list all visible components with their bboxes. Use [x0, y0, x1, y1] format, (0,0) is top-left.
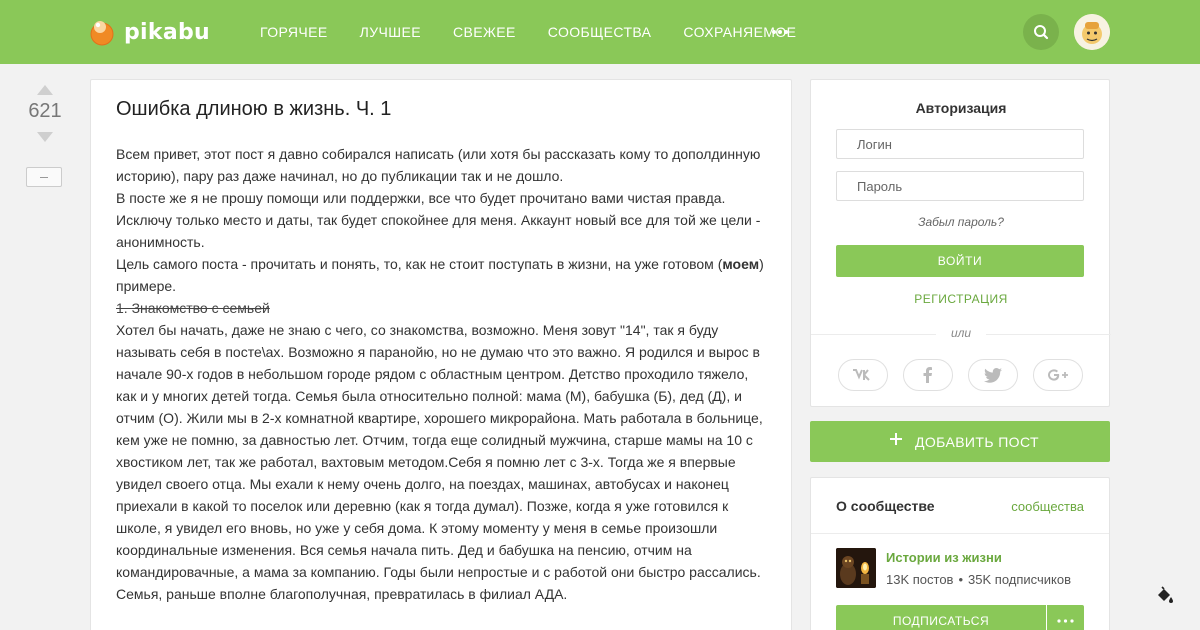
google-plus-icon — [1048, 369, 1068, 381]
post-paragraph: Всем привет, этот пост я давно собирался… — [116, 146, 761, 184]
password-input[interactable] — [836, 171, 1084, 201]
login-input[interactable] — [836, 129, 1084, 159]
more-dots-icon — [1057, 619, 1074, 623]
post-rating: 621 — [28, 100, 62, 122]
post-body: Всем привет, этот пост я давно собирался… — [116, 143, 771, 605]
pikabu-logo[interactable]: pikabu — [88, 17, 210, 47]
twitter-icon — [984, 367, 1002, 383]
post-paragraph: В посте же я не прошу помощи или поддерж… — [116, 190, 761, 250]
register-link[interactable]: РЕГИСТРАЦИЯ — [811, 292, 1111, 306]
post-paragraph: 1. Знакомство с семьей — [116, 297, 771, 319]
paint-bucket-icon[interactable] — [1155, 586, 1175, 606]
vk-login-button[interactable] — [838, 359, 888, 391]
forgot-password-link[interactable]: Забыл пароль? — [811, 215, 1111, 229]
top-header: pikabu ГОРЯЧЕЕ ЛУЧШЕЕ СВЕЖЕЕ СООБЩЕСТВА … — [0, 0, 1200, 64]
community-posts-count: 13K постов — [886, 572, 954, 587]
add-post-label: ДОБАВИТЬ ПОСТ — [915, 434, 1039, 450]
logo-text: pikabu — [124, 19, 210, 45]
auth-panel: Авторизация Забыл пароль? ВОЙТИ РЕГИСТРА… — [810, 79, 1111, 407]
divider — [811, 533, 1109, 534]
community-avatar[interactable] — [836, 548, 876, 588]
collapse-post-button[interactable] — [26, 167, 62, 187]
subscribe-button[interactable]: ПОДПИСАТЬСЯ — [836, 605, 1046, 630]
nav-hot[interactable]: ГОРЯЧЕЕ — [260, 24, 328, 40]
facebook-icon — [923, 367, 932, 383]
plus-icon — [890, 433, 902, 445]
subscribe-more-button[interactable] — [1047, 605, 1084, 630]
main-nav: ГОРЯЧЕЕ ЛУЧШЕЕ СВЕЖЕЕ СООБЩЕСТВА СОХРАНЯ… — [260, 0, 828, 64]
minus-icon — [40, 177, 48, 178]
login-button[interactable]: ВОЙТИ — [836, 245, 1084, 277]
search-button[interactable] — [1023, 14, 1059, 50]
community-panel: О сообществе сообщества Истории из жизни… — [810, 477, 1110, 630]
communities-link[interactable]: сообщества — [1011, 499, 1084, 514]
or-label: или — [936, 326, 986, 340]
post-paragraph: Хотел бы начать, даже не знаю с чего, со… — [116, 322, 763, 602]
nav-fresh[interactable]: СВЕЖЕЕ — [453, 24, 516, 40]
community-title: О сообществе — [836, 498, 935, 514]
more-menu-icon[interactable] — [771, 24, 789, 40]
add-post-button[interactable]: ДОБАВИТЬ ПОСТ — [810, 421, 1110, 462]
twitter-login-button[interactable] — [968, 359, 1018, 391]
post-title[interactable]: Ошибка длиною в жизнь. Ч. 1 — [116, 98, 391, 121]
pikabu-logo-icon — [88, 18, 116, 46]
nav-communities[interactable]: СООБЩЕСТВА — [548, 24, 652, 40]
separator-dot: • — [958, 572, 964, 587]
community-name[interactable]: Истории из жизни — [886, 550, 1002, 565]
user-avatar[interactable] — [1074, 14, 1110, 50]
vote-up-icon[interactable] — [36, 83, 54, 95]
search-icon — [1034, 25, 1049, 40]
auth-title: Авторизация — [915, 100, 1007, 116]
community-stats: 13K постов • 35K подписчиков — [886, 572, 1071, 587]
facebook-login-button[interactable] — [903, 359, 953, 391]
community-subscribers-count: 35K подписчиков — [968, 572, 1072, 587]
post-text: Цель самого поста - прочитать и понять, … — [116, 256, 723, 272]
vk-icon — [853, 369, 870, 381]
post-strikethrough-heading: 1. Знакомство с семьей — [116, 300, 270, 316]
post-paragraph: Цель самого поста - прочитать и понять, … — [116, 253, 771, 297]
vote-down-icon[interactable] — [36, 130, 54, 142]
post-card: Ошибка длиною в жизнь. Ч. 1 Всем привет,… — [90, 79, 792, 630]
google-plus-login-button[interactable] — [1033, 359, 1083, 391]
nav-best[interactable]: ЛУЧШЕЕ — [360, 24, 421, 40]
post-bold-text: моем — [722, 256, 760, 272]
